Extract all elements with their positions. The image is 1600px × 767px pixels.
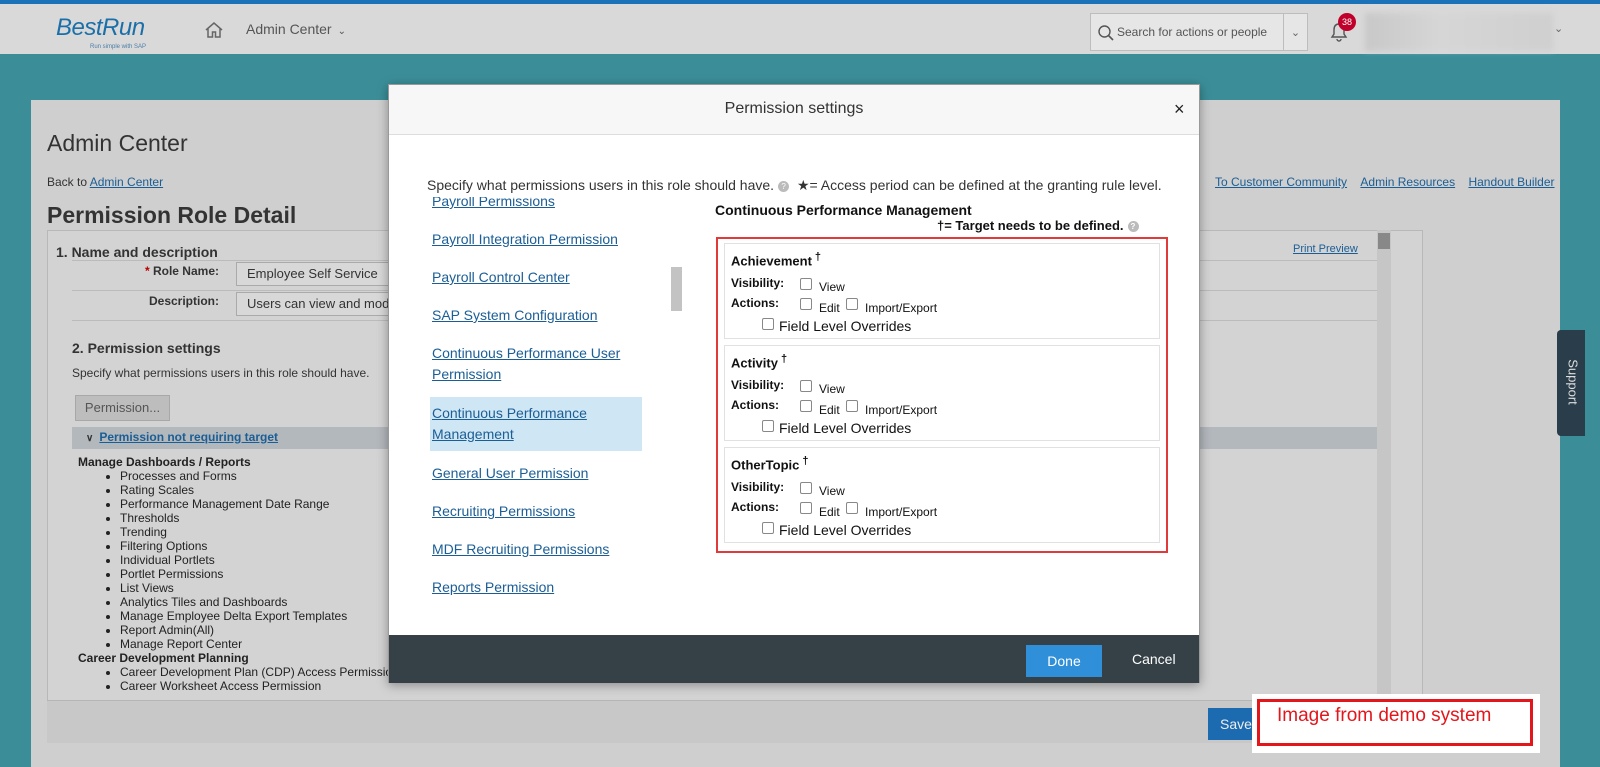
import-export-label: Import/Export [865, 301, 938, 315]
search-scope-dropdown[interactable]: ⌄ [1284, 13, 1308, 51]
target-marker: † [814, 251, 822, 263]
group-title: OtherTopic † [731, 455, 809, 472]
import-export-label: Import/Export [865, 505, 938, 519]
view-label: View [819, 382, 845, 396]
close-icon[interactable]: × [1174, 99, 1185, 120]
target-note-text: †= Target needs to be defined. [937, 218, 1124, 233]
category-scrollbar[interactable] [671, 267, 682, 311]
visibility-label: Visibility: [731, 378, 785, 392]
help-icon[interactable]: ? [1127, 221, 1139, 232]
home-icon[interactable] [204, 20, 224, 40]
permission-section-title: Continuous Performance Management [715, 202, 972, 218]
import-export-checkbox[interactable] [846, 502, 858, 514]
edit-checkbox[interactable] [800, 400, 812, 412]
group-title: Activity † [731, 353, 787, 370]
permission-settings-dialog: Permission settings × Specify what permi… [388, 84, 1200, 683]
logo-text: BestRun [56, 14, 145, 41]
permission-group-activity: Activity † Visibility: View Actions: Edit… [724, 345, 1160, 441]
view-checkbox[interactable] [800, 278, 812, 290]
category-payroll-permissions[interactable]: Payroll Permissions [430, 197, 642, 218]
chevron-down-icon[interactable]: ⌄ [1554, 22, 1563, 35]
edit-checkbox[interactable] [800, 502, 812, 514]
company-logo[interactable]: BestRun Run simple with SAP [56, 14, 146, 50]
category-reports-permission[interactable]: Reports Permission [430, 571, 642, 604]
chevron-down-icon: ⌄ [337, 26, 346, 37]
module-menu-label: Admin Center [246, 21, 332, 37]
search-input[interactable]: Search for actions or people [1090, 13, 1284, 51]
import-export-label: Import/Export [865, 403, 938, 417]
target-marker: † [802, 455, 809, 467]
watermark-text: Image from demo system [1277, 705, 1492, 726]
shell-bar: BestRun Run simple with SAP Admin Center… [0, 0, 1600, 54]
field-level-overrides-label: Field Level Overrides [779, 420, 912, 436]
category-recruiting-permissions[interactable]: Recruiting Permissions [430, 495, 642, 528]
done-button[interactable]: Done [1026, 645, 1102, 677]
category-general-user-permission[interactable]: General User Permission [430, 457, 642, 490]
search-placeholder: Search for actions or people [1117, 25, 1268, 39]
group-title: Achievement † [731, 251, 821, 268]
permission-group-achievement: Achievement † Visibility: View Actions: E… [724, 243, 1160, 339]
field-level-overrides-label: Field Level Overrides [779, 522, 912, 538]
field-level-overrides-label: Field Level Overrides [779, 318, 912, 334]
field-level-overrides-checkbox[interactable] [762, 318, 774, 330]
actions-label: Actions: [731, 500, 779, 514]
access-period-note: ★= Access period can be defined at the g… [796, 177, 1162, 193]
group-title-text: Achievement [731, 253, 812, 269]
visibility-label: Visibility: [731, 276, 785, 290]
import-export-checkbox[interactable] [846, 400, 858, 412]
dialog-footer: Done Cancel [389, 635, 1199, 683]
category-list: Payroll Permissions Payroll Integration … [430, 197, 658, 691]
demo-watermark: Image from demo system [1252, 694, 1540, 753]
category-sap-system-configuration[interactable]: SAP System Configuration [430, 299, 642, 332]
field-level-overrides-checkbox[interactable] [762, 522, 774, 534]
field-level-overrides-checkbox[interactable] [762, 420, 774, 432]
category-payroll-control-center[interactable]: Payroll Control Center [430, 261, 642, 294]
dialog-header: Permission settings × [389, 85, 1199, 135]
category-mdf-recruiting-permissions[interactable]: MDF Recruiting Permissions [430, 533, 642, 566]
category-payroll-integration[interactable]: Payroll Integration Permission [430, 223, 642, 256]
view-label: View [819, 280, 845, 294]
actions-label: Actions: [731, 398, 779, 412]
group-title-text: Activity [731, 355, 778, 371]
category-continuous-performance-user[interactable]: Continuous Performance User Permission [430, 337, 642, 391]
target-note: †= Target needs to be defined.? [937, 218, 1143, 233]
view-label: View [819, 484, 845, 498]
permission-group-box: Achievement † Visibility: View Actions: E… [716, 237, 1168, 553]
edit-label: Edit [819, 301, 840, 315]
import-export-checkbox[interactable] [846, 298, 858, 310]
help-icon[interactable]: ? [778, 181, 790, 192]
module-menu[interactable]: Admin Center ⌄ [246, 21, 346, 37]
search-icon [1098, 25, 1114, 41]
chevron-down-icon: ⌄ [1290, 27, 1301, 39]
logo-tagline: Run simple with SAP [90, 44, 147, 50]
edit-label: Edit [819, 403, 840, 417]
edit-label: Edit [819, 505, 840, 519]
view-checkbox[interactable] [800, 482, 812, 494]
view-checkbox[interactable] [800, 380, 812, 392]
actions-label: Actions: [731, 296, 779, 310]
target-marker: † [780, 353, 788, 365]
cancel-button[interactable]: Cancel [1132, 651, 1176, 667]
intro-text: Specify what permissions users in this r… [427, 177, 775, 193]
edit-checkbox[interactable] [800, 298, 812, 310]
dialog-intro: Specify what permissions users in this r… [427, 177, 1162, 194]
user-menu[interactable] [1365, 13, 1553, 51]
group-title-text: OtherTopic [731, 457, 800, 473]
dialog-title: Permission settings [724, 100, 864, 117]
category-continuous-performance-management[interactable]: Continuous Performance Management [430, 397, 642, 451]
visibility-label: Visibility: [731, 480, 785, 494]
permission-group-othertopic: OtherTopic † Visibility: View Actions: Ed… [724, 447, 1160, 543]
notification-badge: 38 [1338, 13, 1356, 31]
